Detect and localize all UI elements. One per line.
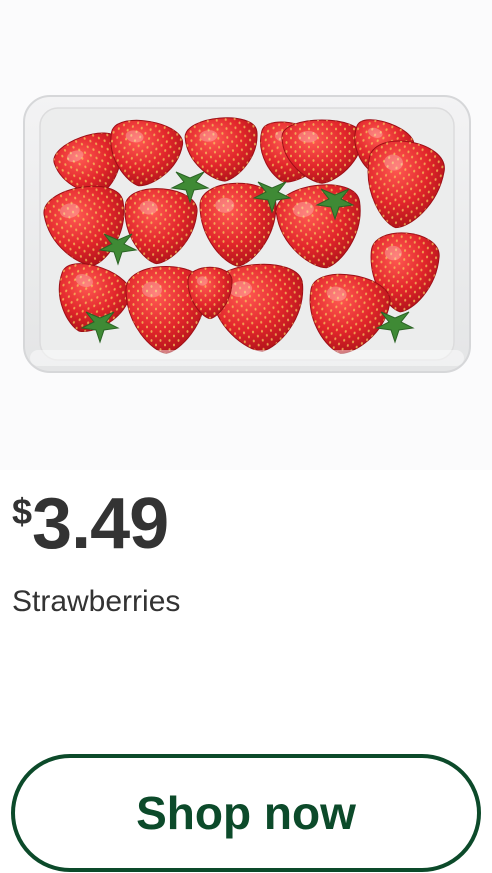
price-amount: 3.49	[32, 484, 169, 564]
shop-now-button[interactable]: Shop now	[11, 754, 481, 872]
strawberries-image	[23, 95, 471, 373]
strawberries	[43, 117, 445, 354]
product-card: $3.49 Strawberries Shop now	[0, 0, 492, 873]
product-name: Strawberries	[12, 585, 181, 618]
product-price: $3.49	[12, 488, 169, 560]
shop-now-label: Shop now	[136, 787, 356, 839]
product-image[interactable]	[0, 0, 492, 470]
tray-glare	[30, 350, 464, 366]
currency-symbol: $	[12, 491, 33, 532]
